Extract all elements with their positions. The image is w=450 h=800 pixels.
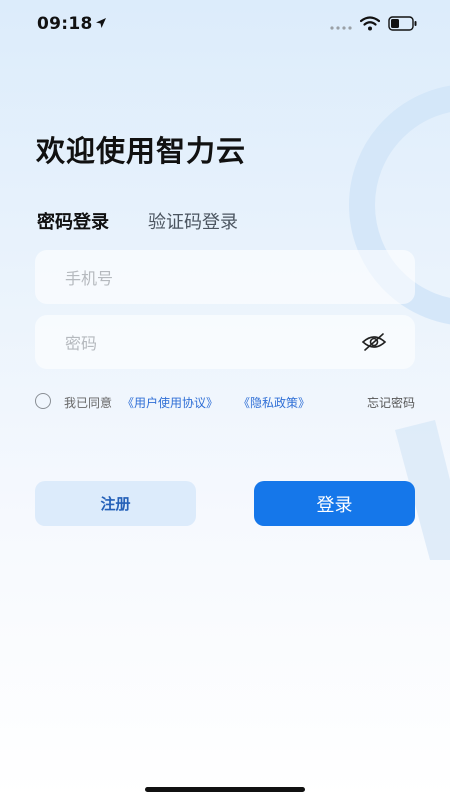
- eye-off-icon[interactable]: [361, 332, 387, 352]
- home-indicator: [145, 787, 305, 792]
- login-button[interactable]: 登录: [254, 481, 415, 526]
- battery-icon: [388, 16, 417, 31]
- forgot-password-link[interactable]: 忘记密码: [367, 394, 415, 411]
- phone-field: [35, 250, 415, 306]
- privacy-policy-link[interactable]: 《隐私政策》: [238, 394, 310, 411]
- location-arrow-icon: [96, 18, 106, 28]
- status-bar: 09:18: [0, 0, 450, 48]
- welcome-title: 欢迎使用智力云: [36, 134, 247, 168]
- password-input[interactable]: [63, 315, 367, 371]
- password-field: [35, 315, 415, 371]
- tab-password-login[interactable]: 密码登录: [37, 208, 109, 234]
- cellular-signal-icon: [330, 26, 352, 30]
- status-time: 09:18: [37, 14, 93, 34]
- user-agreement-link[interactable]: 《用户使用协议》: [122, 394, 218, 411]
- agreement-row: 我已同意 《用户使用协议》 《隐私政策》 忘记密码: [35, 391, 415, 413]
- agreement-checkbox[interactable]: [35, 393, 51, 409]
- register-button[interactable]: 注册: [35, 481, 196, 526]
- agreement-prefix: 我已同意: [64, 396, 113, 410]
- phone-input[interactable]: [63, 250, 367, 306]
- wifi-icon: [360, 16, 380, 31]
- tab-code-login[interactable]: 验证码登录: [148, 208, 238, 234]
